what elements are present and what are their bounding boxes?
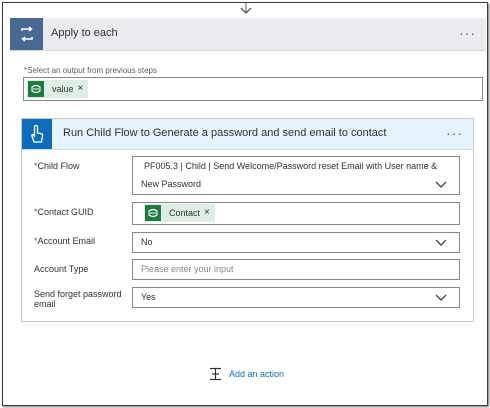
run-child-flow-header[interactable]: Run Child Flow to Generate a password an… (22, 119, 473, 150)
select-output-label-text: Select an output from previous steps (27, 66, 157, 75)
dataverse-icon (28, 81, 44, 97)
account-type-input[interactable]: Please enter your input (132, 259, 460, 280)
account-email-label: *Account Email (34, 236, 95, 246)
contact-token-remove-button[interactable]: × (204, 208, 210, 218)
loop-more-options-button[interactable]: ··· (459, 25, 476, 41)
add-an-action-label: Add an action (229, 369, 285, 379)
select-output-input[interactable]: value × (23, 77, 483, 101)
chevron-down-icon[interactable] (435, 294, 447, 302)
value-token-remove-button[interactable]: × (78, 84, 84, 94)
account-email-label-text: Account Email (37, 236, 96, 246)
child-flow-label-text: Child Flow (37, 161, 80, 171)
contact-token-label: Contact (169, 208, 201, 218)
send-forget-password-value: Yes (141, 292, 156, 302)
dataverse-icon (145, 205, 161, 221)
add-an-action-button[interactable]: Add an action (209, 367, 284, 381)
contact-guid-input[interactable]: Contact × (132, 202, 460, 225)
contact-token[interactable]: Contact × (144, 204, 215, 222)
account-type-label: Account Type (34, 264, 89, 274)
select-output-label: *Select an output from previous steps (24, 66, 157, 75)
account-email-value: No (141, 237, 153, 247)
child-flow-label: *Child Flow (34, 161, 80, 171)
value-token[interactable]: value × (27, 80, 89, 98)
loop-icon (10, 18, 43, 50)
child-flow-dropdown[interactable]: PF005.3 | Child | Send Welcome/Password … (132, 156, 460, 195)
child-flow-value-line1: PF005.3 | Child | Send Welcome/Password … (144, 161, 438, 171)
child-flow-value-line2: New Password (141, 179, 202, 189)
value-token-label: value (52, 84, 74, 94)
action-more-options-button[interactable]: ··· (446, 125, 463, 141)
contact-guid-label: *Contact GUID (34, 207, 94, 217)
apply-to-each-header[interactable]: Apply to each ··· (10, 18, 486, 51)
connector-arrow-icon (240, 3, 252, 14)
chevron-down-icon[interactable] (435, 181, 447, 189)
screenshot-frame: Apply to each ··· *Select an output from… (2, 2, 488, 406)
send-forget-password-label-line2: email (34, 299, 56, 309)
account-email-dropdown[interactable]: No (132, 232, 460, 253)
send-forget-password-dropdown[interactable]: Yes (132, 287, 460, 308)
account-type-placeholder: Please enter your input (141, 264, 234, 274)
add-step-icon (210, 367, 221, 381)
send-forget-password-label-line1: Send forget password (34, 289, 122, 299)
run-child-flow-action-card: Run Child Flow to Generate a password an… (21, 118, 474, 322)
touch-hand-icon (22, 119, 52, 149)
apply-to-each-title: Apply to each (51, 27, 118, 39)
send-forget-password-label: Send forget password email (34, 289, 122, 309)
chevron-down-icon[interactable] (435, 239, 447, 247)
apply-to-each-card: Apply to each ··· *Select an output from… (10, 18, 486, 408)
run-child-flow-title: Run Child Flow to Generate a password an… (63, 127, 387, 139)
contact-guid-label-text: Contact GUID (37, 207, 94, 217)
